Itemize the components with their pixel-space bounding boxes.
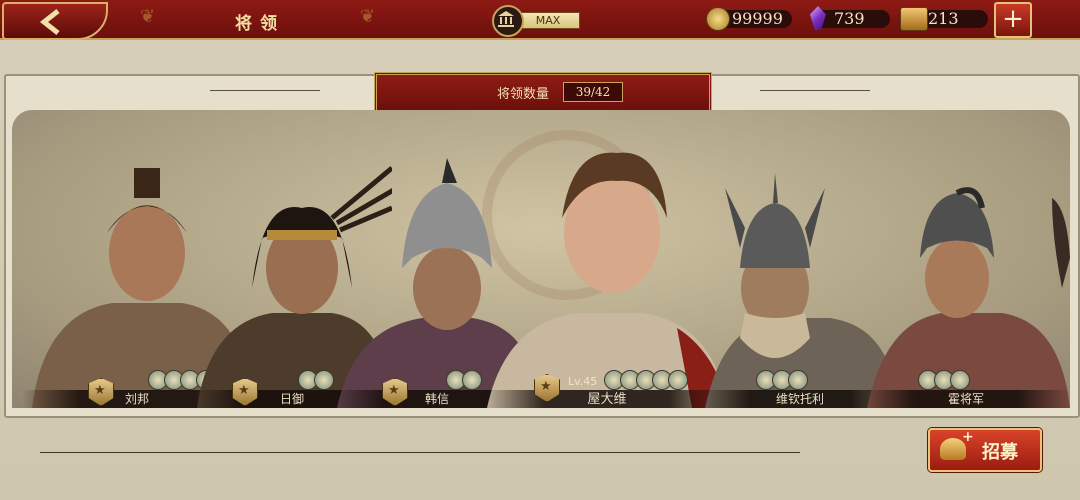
- plus-icon: +: [1002, 4, 1024, 34]
- hero-count-value: 39/42: [563, 82, 623, 102]
- temple-icon: [492, 5, 524, 37]
- recruit-button[interactable]: + 招募: [928, 428, 1042, 472]
- skill-medals: [918, 370, 970, 390]
- hero-portrait: [487, 152, 727, 408]
- laurel-right-icon: ❦: [360, 6, 376, 27]
- hero-card[interactable]: 霍将军: [862, 138, 1070, 408]
- divider-left: [210, 90, 320, 91]
- skill-medals: [756, 370, 808, 390]
- skill-medals: [604, 370, 688, 390]
- hero-name: 霍将军: [947, 392, 984, 406]
- top-bar: ❦ 将领 ❦ MAX 99999 739 213 +: [0, 0, 1080, 40]
- capital-level-label: MAX: [516, 12, 580, 29]
- add-resource-button[interactable]: +: [994, 2, 1032, 38]
- bottom-divider: [40, 452, 800, 453]
- back-button[interactable]: [2, 2, 108, 40]
- laurel-left-icon: ❦: [140, 6, 156, 27]
- hero-gallery[interactable]: 刘邦 日御 韩信: [12, 110, 1070, 408]
- hero-count-label: 将领数量: [497, 87, 550, 102]
- skill-medal-icon: [462, 370, 482, 390]
- divider-right: [760, 90, 870, 91]
- recruit-label: 招募: [982, 442, 1018, 463]
- hero-card-selected[interactable]: Lv.45 屋大维: [482, 123, 732, 408]
- hero-name: 屋大维: [587, 392, 627, 407]
- gem-counter[interactable]: 739: [808, 6, 890, 31]
- skill-medal-icon: [314, 370, 334, 390]
- hero-count-plaque: 将领数量 39/42: [374, 72, 712, 114]
- hero-portrait: [867, 187, 1070, 408]
- gold-coin-icon: [706, 7, 730, 31]
- skill-medals: [298, 370, 334, 390]
- hero-level: Lv.45: [568, 375, 598, 388]
- skill-medal-icon: [950, 370, 970, 390]
- ticket-counter[interactable]: 213: [900, 7, 988, 31]
- skill-medal-icon: [788, 370, 808, 390]
- recruit-ticket-icon: [900, 7, 928, 31]
- gold-counter[interactable]: 99999: [706, 7, 792, 31]
- gem-value: 739: [820, 10, 890, 28]
- back-arrow-icon: [39, 9, 60, 35]
- skill-medals: [446, 370, 482, 390]
- skill-medal-icon: [668, 370, 688, 390]
- page-title: 将领: [235, 14, 285, 34]
- plus-icon: +: [962, 429, 974, 445]
